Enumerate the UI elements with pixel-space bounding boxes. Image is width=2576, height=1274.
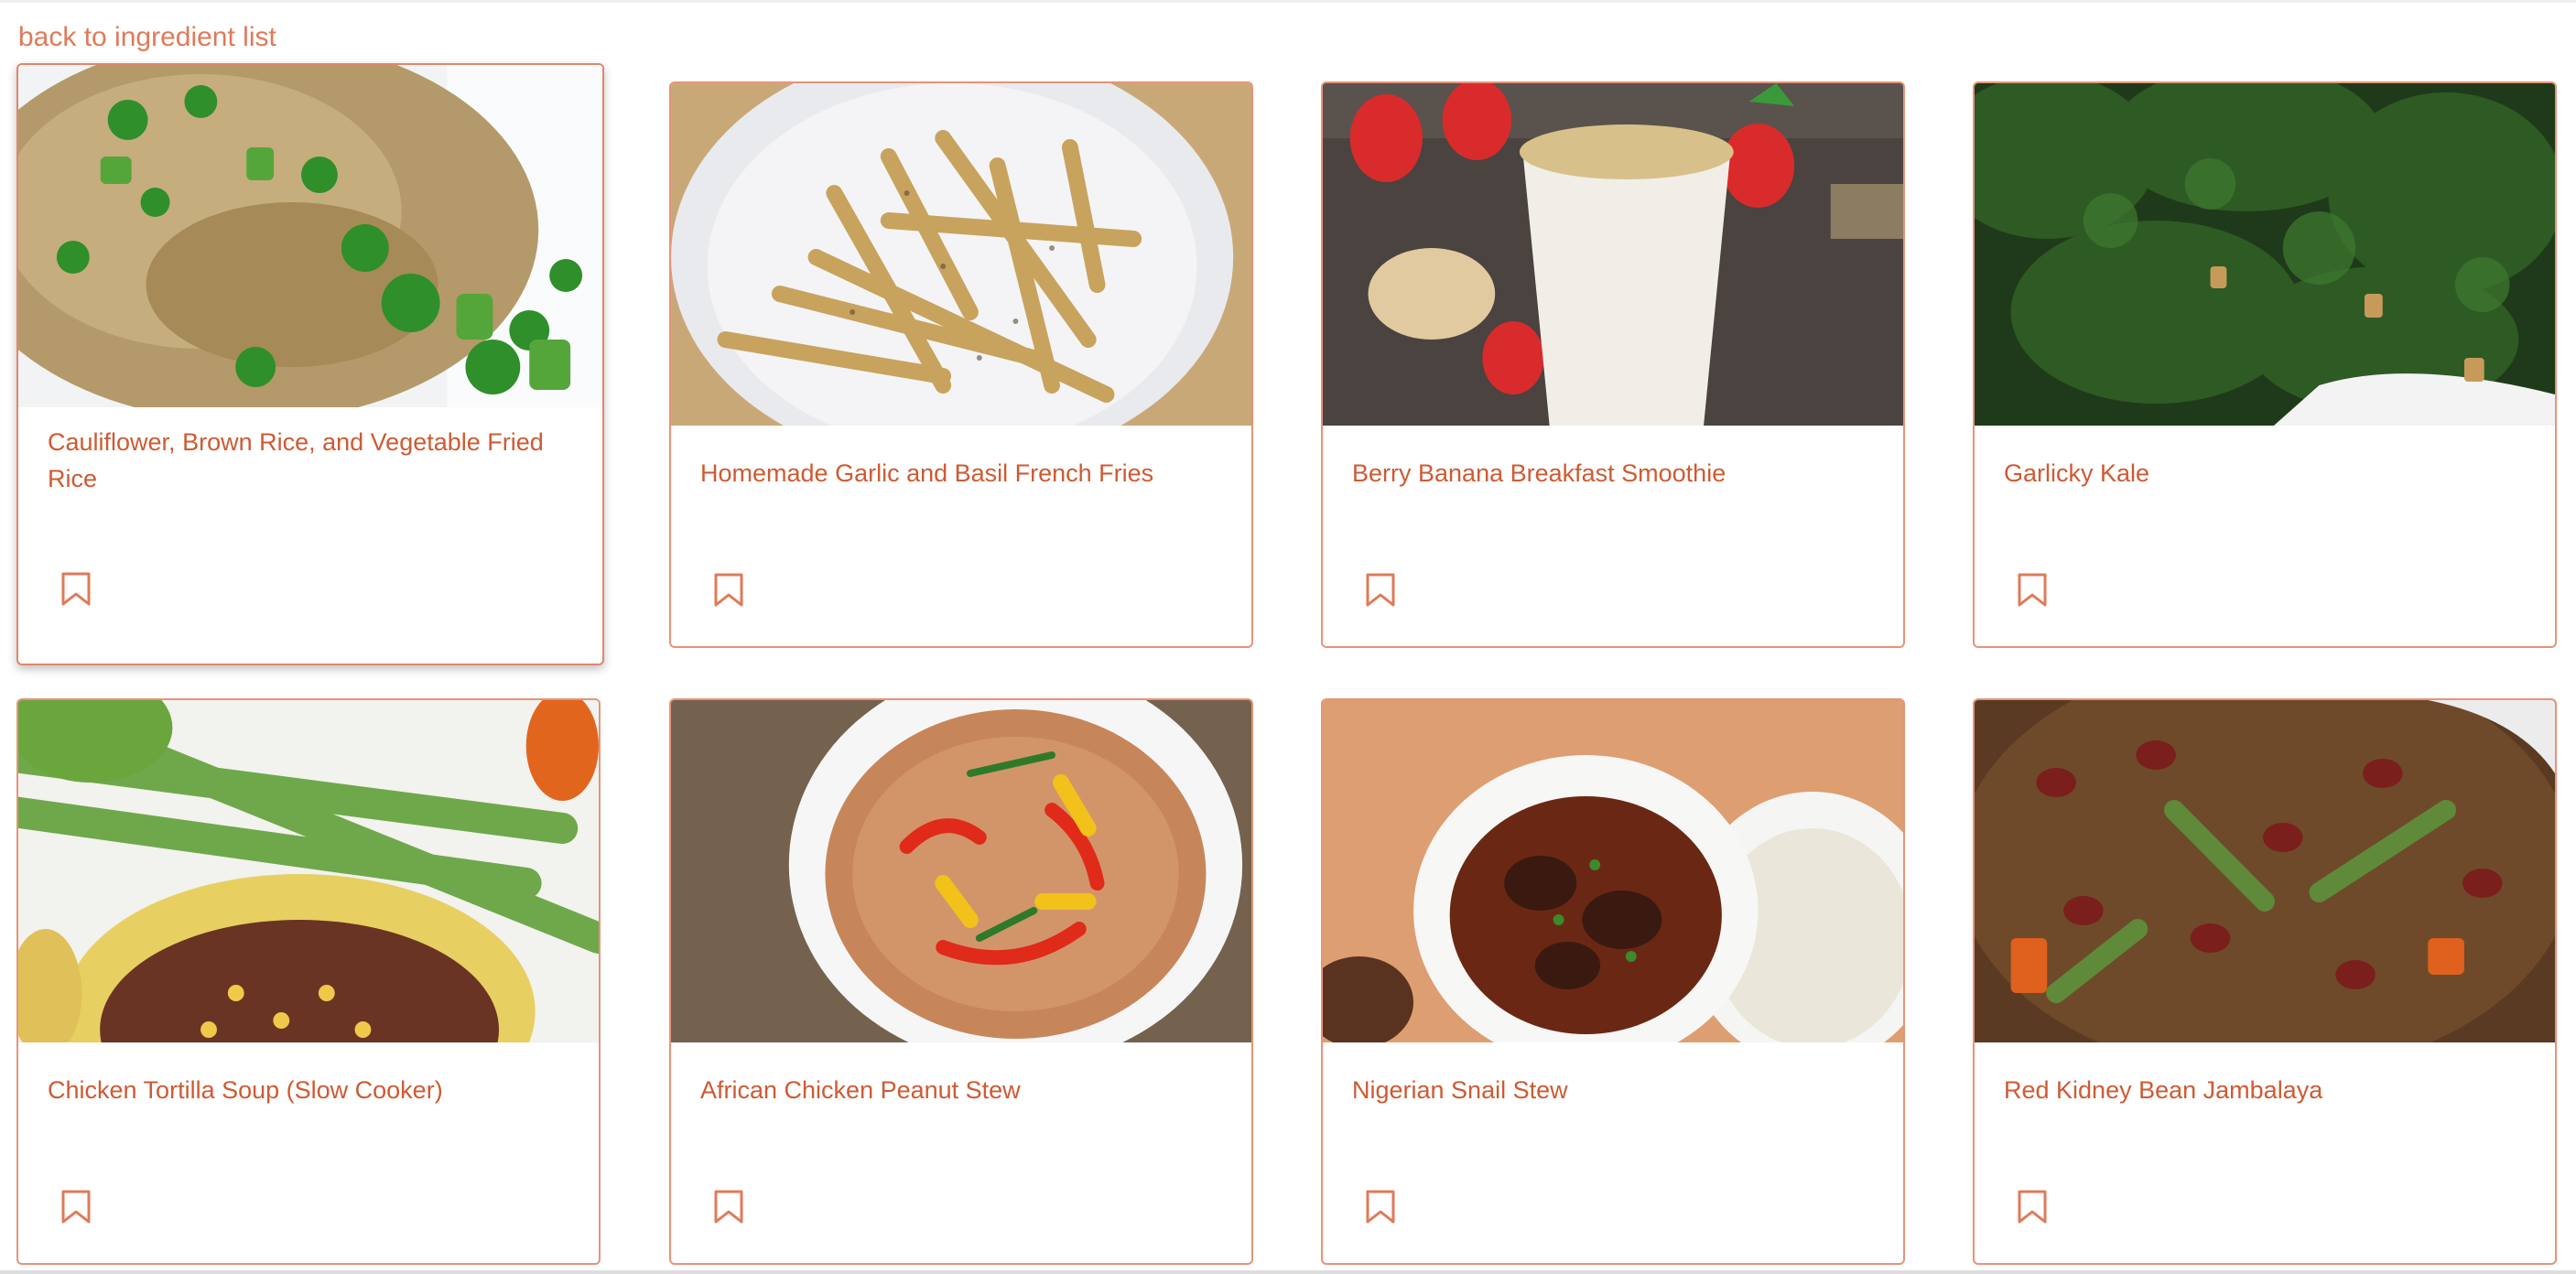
recipe-title: Berry Banana Breakfast Smoothie — [1352, 459, 1726, 487]
recipe-photo-fried-rice — [18, 65, 602, 407]
recipe-title: Chicken Tortilla Soup (Slow Cooker) — [48, 1076, 443, 1104]
recipe-photo-garlicky-kale — [1975, 83, 2555, 426]
recipe-card-tortilla-soup[interactable]: Chicken Tortilla Soup (Slow Cooker) — [16, 698, 601, 1265]
bottom-border — [0, 1270, 2576, 1274]
recipe-card-garlicky-kale[interactable]: Garlicky Kale — [1973, 81, 2557, 648]
recipe-title: African Chicken Peanut Stew — [700, 1076, 1021, 1104]
bookmark-icon[interactable] — [60, 1190, 92, 1225]
bookmark-icon[interactable] — [2017, 573, 2048, 608]
recipe-card-snail-stew[interactable]: Nigerian Snail Stew — [1321, 698, 1905, 1265]
bookmark-icon[interactable] — [2017, 1190, 2048, 1225]
recipe-photo-jambalaya — [1975, 700, 2555, 1042]
recipe-title: Red Kidney Bean Jambalaya — [2004, 1076, 2323, 1104]
bookmark-icon[interactable] — [60, 572, 92, 607]
recipe-card-peanut-stew[interactable]: African Chicken Peanut Stew — [669, 698, 1253, 1265]
recipe-title: Nigerian Snail Stew — [1352, 1076, 1568, 1104]
recipe-photo-smoothie — [1323, 83, 1903, 426]
recipe-title: Homemade Garlic and Basil French Fries — [700, 459, 1154, 487]
recipe-card-fried-rice[interactable]: Cauliflower, Brown Rice, and Vegetable F… — [16, 63, 604, 665]
bookmark-icon[interactable] — [713, 573, 744, 608]
top-border — [0, 0, 2576, 3]
recipe-card-smoothie[interactable]: Berry Banana Breakfast Smoothie — [1321, 81, 1905, 648]
recipe-card-french-fries[interactable]: Homemade Garlic and Basil French Fries — [669, 81, 1253, 648]
recipe-photo-french-fries — [671, 83, 1251, 426]
bookmark-icon[interactable] — [713, 1190, 744, 1225]
bookmark-icon[interactable] — [1365, 1190, 1396, 1225]
recipe-title: Garlicky Kale — [2004, 459, 2150, 487]
recipe-card-jambalaya[interactable]: Red Kidney Bean Jambalaya — [1973, 698, 2557, 1265]
bookmark-icon[interactable] — [1365, 573, 1396, 608]
recipe-photo-snail-stew — [1323, 700, 1903, 1042]
back-to-ingredient-list-link[interactable]: back to ingredient list — [18, 22, 276, 53]
recipe-title: Cauliflower, Brown Rice, and Vegetable F… — [48, 428, 544, 492]
recipe-photo-tortilla-soup — [18, 700, 599, 1042]
recipe-photo-peanut-stew — [671, 700, 1251, 1042]
